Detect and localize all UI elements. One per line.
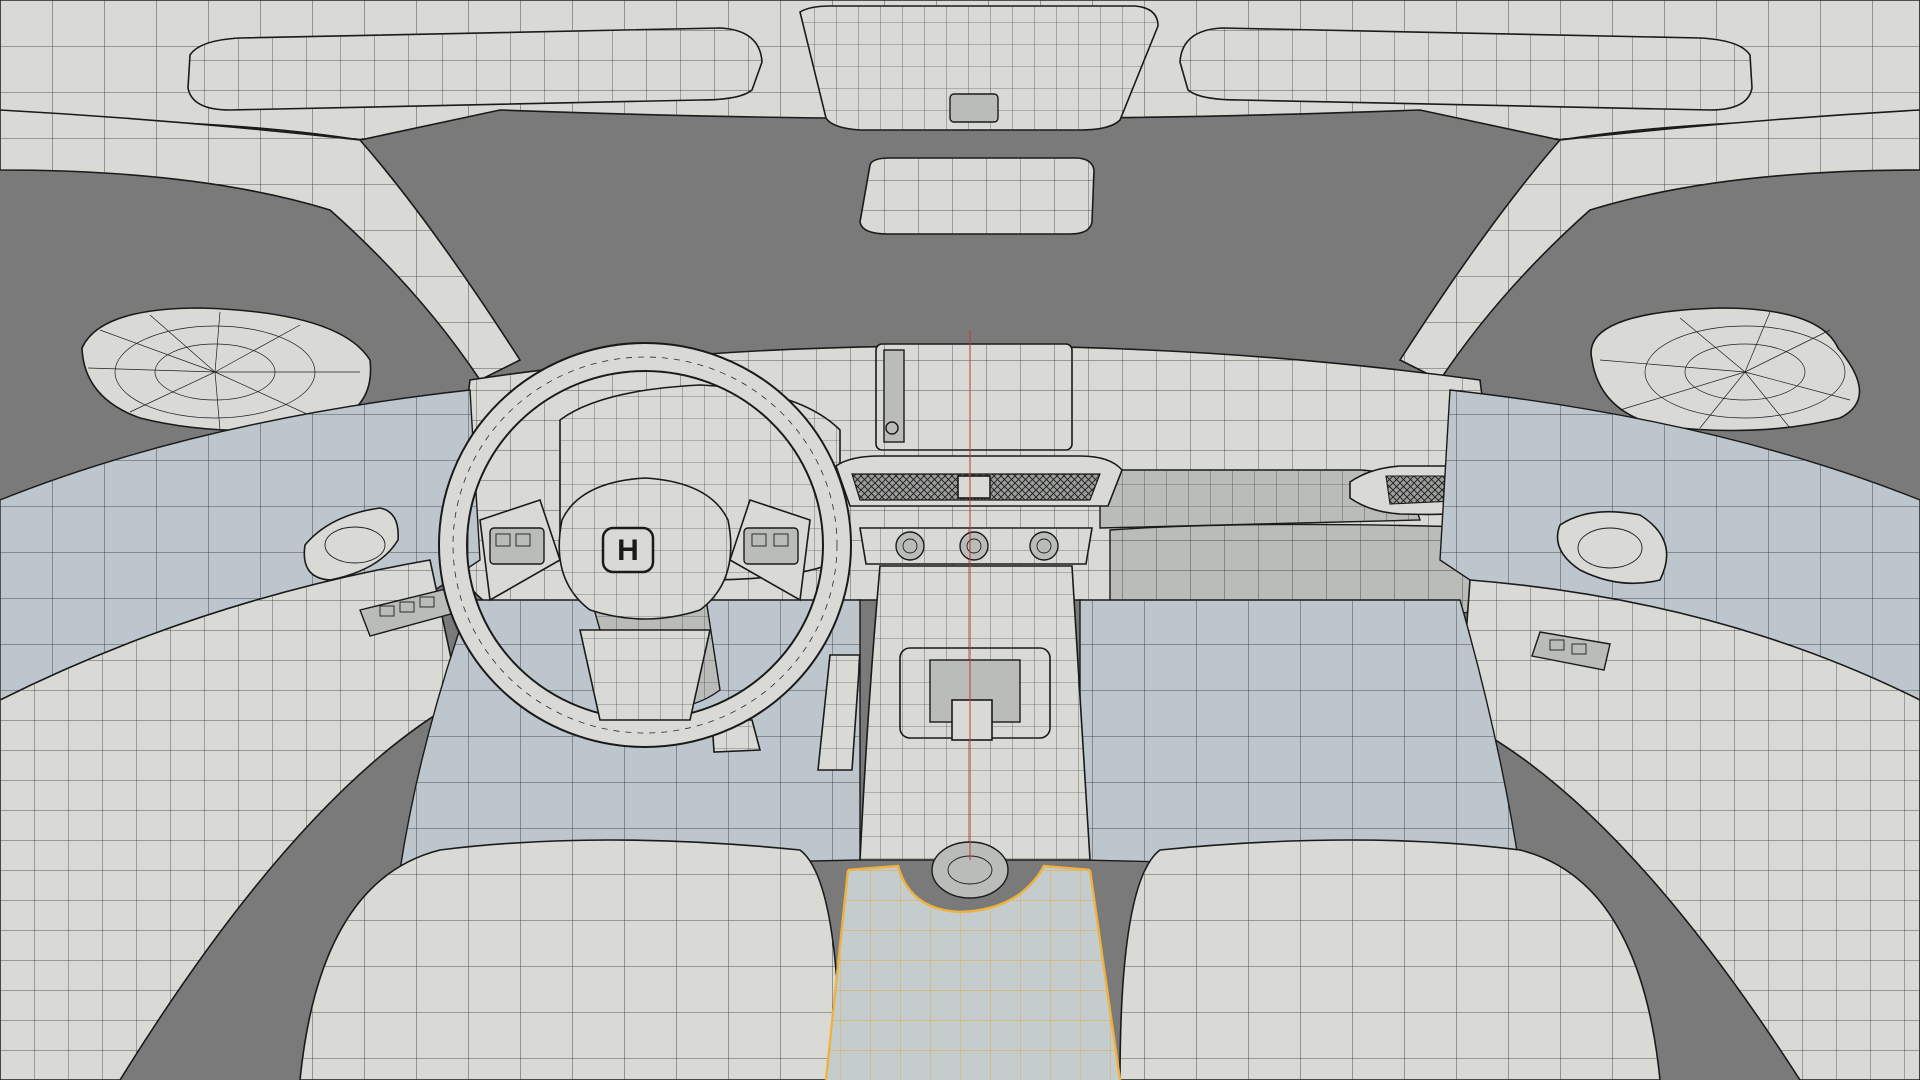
power-knob-icon[interactable] — [885, 421, 899, 435]
hazard-button[interactable] — [957, 475, 991, 499]
brand-emblem-letter: H — [617, 534, 639, 567]
climate-knob-right[interactable] — [1029, 531, 1059, 561]
steering-controls-right[interactable] — [743, 527, 799, 565]
sun-visor-right — [1179, 27, 1753, 111]
climate-knob-center[interactable] — [959, 531, 989, 561]
center-vent-strip[interactable] — [835, 455, 1123, 507]
rearview-mirror[interactable] — [859, 157, 1095, 235]
infotainment-screen[interactable] — [875, 343, 1073, 451]
park-button[interactable] — [951, 699, 993, 741]
gear-selector[interactable] — [899, 647, 1051, 741]
side-mirror-right[interactable] — [1590, 307, 1861, 432]
steering-controls-left[interactable] — [489, 527, 545, 565]
floor-right — [1079, 599, 1521, 871]
3d-viewport[interactable]: H — [0, 0, 1920, 1080]
overhead-console — [799, 5, 1159, 131]
sun-visor-left — [187, 27, 763, 111]
climate-knob-left[interactable] — [895, 531, 925, 561]
airbag-hub[interactable]: H — [558, 477, 732, 620]
